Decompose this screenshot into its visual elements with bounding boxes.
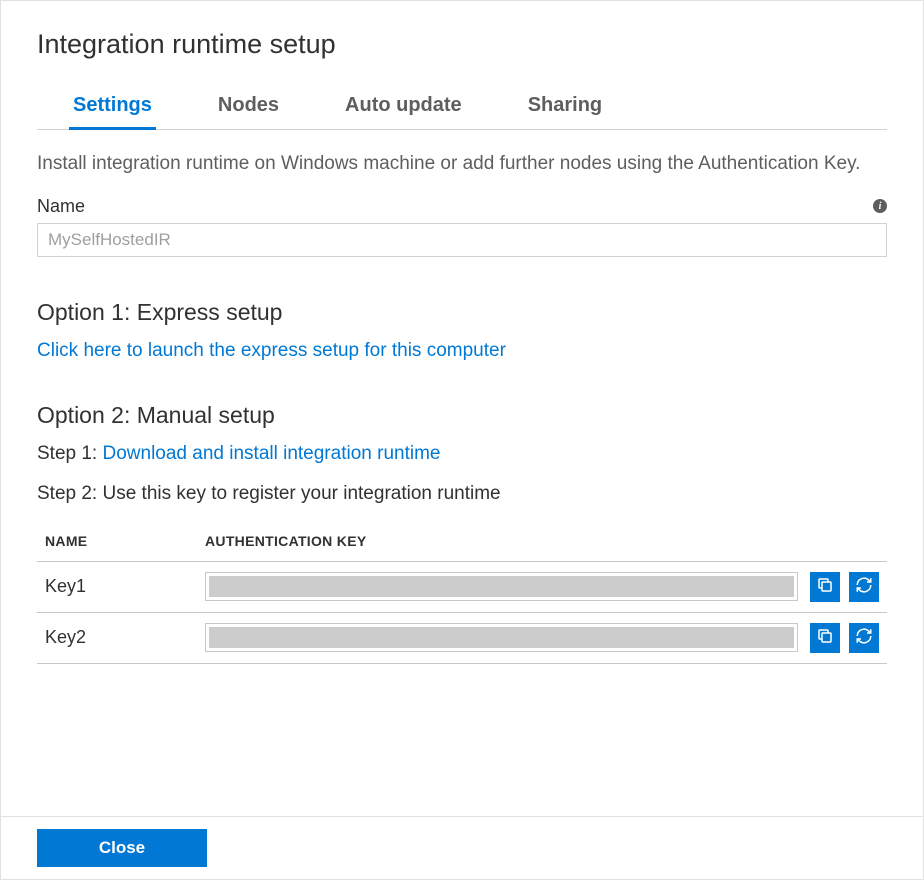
settings-description: Install integration runtime on Windows m… — [37, 150, 887, 178]
step2-row: Step 2: Use this key to register your in… — [37, 483, 887, 505]
option1-title: Option 1: Express setup — [37, 299, 887, 326]
column-header-name: NAME — [37, 523, 197, 562]
refresh-icon — [855, 627, 873, 648]
express-setup-link[interactable]: Click here to launch the express setup f… — [37, 340, 887, 362]
option2-title: Option 2: Manual setup — [37, 402, 887, 429]
refresh-icon — [855, 576, 873, 597]
close-button[interactable]: Close — [37, 829, 207, 867]
tab-sharing[interactable]: Sharing — [524, 86, 606, 130]
name-label: Name — [37, 196, 85, 217]
copy-key1-button[interactable] — [810, 572, 840, 602]
tabs: Settings Nodes Auto update Sharing — [37, 86, 887, 130]
tab-nodes[interactable]: Nodes — [214, 86, 283, 130]
auth-keys-table: NAME AUTHENTICATION KEY Key1 — [37, 523, 887, 664]
table-row: Key2 — [37, 612, 887, 663]
step1-label: Step 1: — [37, 443, 103, 464]
tab-settings[interactable]: Settings — [69, 86, 156, 130]
copy-icon — [816, 627, 834, 648]
footer: Close — [1, 816, 923, 879]
key-name-cell: Key1 — [37, 561, 197, 612]
page-title: Integration runtime setup — [37, 29, 887, 60]
name-input[interactable] — [37, 223, 887, 257]
refresh-key2-button[interactable] — [849, 623, 879, 653]
tab-auto-update[interactable]: Auto update — [341, 86, 466, 130]
step1-row: Step 1: Download and install integration… — [37, 443, 887, 465]
download-install-link[interactable]: Download and install integration runtime — [103, 443, 441, 464]
info-icon[interactable]: i — [873, 199, 887, 213]
copy-key2-button[interactable] — [810, 623, 840, 653]
copy-icon — [816, 576, 834, 597]
column-header-authkey: AUTHENTICATION KEY — [197, 523, 806, 562]
key-name-cell: Key2 — [37, 612, 197, 663]
table-row: Key1 — [37, 561, 887, 612]
refresh-key1-button[interactable] — [849, 572, 879, 602]
auth-key-value — [205, 572, 798, 601]
auth-key-value — [205, 623, 798, 652]
